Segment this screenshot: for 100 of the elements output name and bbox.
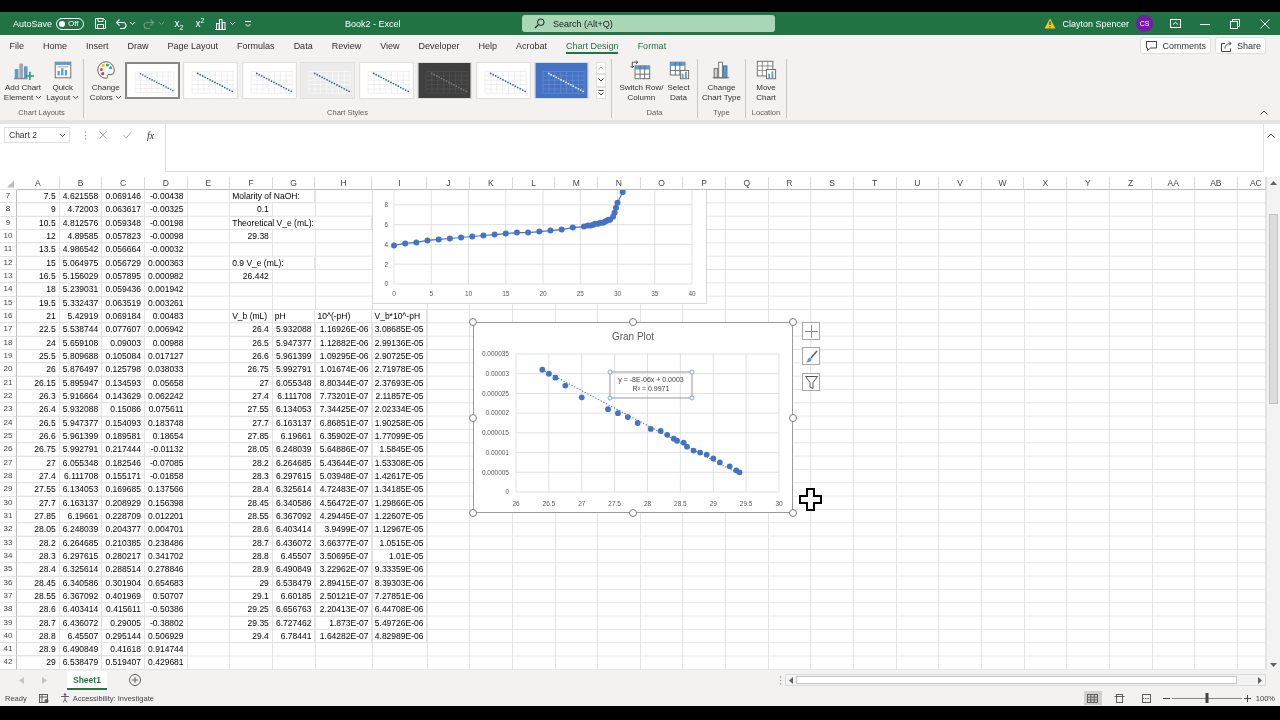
- ribbon-tab[interactable]: Page Layout: [158, 35, 228, 56]
- ribbon-tab[interactable]: Review: [322, 35, 371, 56]
- column-header[interactable]: H: [315, 177, 373, 190]
- resize-handle[interactable]: [629, 318, 637, 326]
- search-field[interactable]: Search (Alt+Q): [522, 15, 775, 32]
- column-header[interactable]: G: [272, 177, 316, 190]
- formula-field[interactable]: [165, 124, 1265, 172]
- ribbon-button[interactable]: Quick Layout: [45, 59, 81, 103]
- ribbon-tab[interactable]: File: [0, 35, 34, 56]
- row-header[interactable]: 11: [0, 243, 17, 257]
- column-header[interactable]: Y: [1067, 177, 1110, 190]
- row-header[interactable]: 42: [0, 656, 17, 670]
- ribbon-button[interactable]: Change Colors: [88, 59, 123, 103]
- ribbon-display-icon[interactable]: [1168, 18, 1182, 29]
- resize-handle[interactable]: [789, 413, 797, 422]
- save-icon[interactable]: [93, 17, 107, 30]
- column-header[interactable]: S: [811, 177, 854, 190]
- caret-icon[interactable]: [114, 94, 122, 100]
- check-icon[interactable]: [123, 131, 132, 139]
- row-header[interactable]: 38: [0, 603, 17, 617]
- scroll-right-icon[interactable]: [1258, 676, 1262, 684]
- ribbon-tab[interactable]: Developer: [409, 35, 470, 56]
- resize-handle[interactable]: [789, 509, 797, 517]
- column-header[interactable]: R: [768, 177, 812, 190]
- ribbon-button[interactable]: Switch Row/ Column: [618, 59, 665, 103]
- column-header[interactable]: W: [981, 177, 1025, 190]
- column-header[interactable]: K: [470, 177, 513, 190]
- collapse-ribbon-icon[interactable]: [1260, 110, 1268, 115]
- row-header[interactable]: 8: [0, 203, 17, 217]
- scrollbar-thumb[interactable]: [1269, 214, 1278, 404]
- ribbon-tab[interactable]: Insert: [76, 35, 119, 56]
- caret-icon[interactable]: [72, 94, 80, 100]
- column-header[interactable]: U: [896, 177, 940, 190]
- vertical-scrollbar[interactable]: [1266, 177, 1280, 670]
- chart-filters-button[interactable]: [802, 373, 820, 391]
- column-header[interactable]: C: [102, 177, 145, 190]
- column-header[interactable]: AA: [1152, 177, 1195, 190]
- label-handle[interactable]: [607, 369, 613, 375]
- column-header[interactable]: O: [640, 177, 684, 190]
- select-all-icon[interactable]: [6, 180, 15, 188]
- row-header[interactable]: 7: [0, 190, 17, 204]
- share-button[interactable]: Share: [1214, 37, 1266, 54]
- gallery-down-button[interactable]: [596, 74, 607, 87]
- customize-icon[interactable]: [244, 19, 253, 28]
- slider-thumb[interactable]: [1205, 693, 1209, 703]
- ribbon-button[interactable]: Move Chart: [754, 59, 778, 103]
- sheet-tab[interactable]: Sheet1: [67, 670, 107, 690]
- column-header[interactable]: F: [230, 177, 273, 190]
- cancel-icon[interactable]: [99, 131, 107, 139]
- caret-icon[interactable]: [35, 94, 43, 100]
- ribbon-button[interactable]: Change Chart Type: [701, 59, 742, 103]
- row-header[interactable]: 14: [0, 283, 17, 297]
- bar-chart-icon[interactable]: [214, 17, 228, 30]
- ribbon-tab[interactable]: Help: [469, 35, 507, 56]
- insert-function-button[interactable]: fx: [145, 129, 157, 141]
- add-sheet-icon[interactable]: [128, 674, 141, 686]
- scroll-up-icon[interactable]: [1270, 181, 1277, 185]
- ribbon-tab[interactable]: Draw: [118, 35, 159, 56]
- column-header[interactable]: M: [555, 177, 599, 190]
- undo-icon[interactable]: [113, 17, 127, 30]
- row-header[interactable]: 26: [0, 443, 17, 457]
- chart-style-thumbnail[interactable]: [124, 62, 180, 99]
- chart-styles-button[interactable]: [802, 347, 820, 365]
- horizontal-scrollbar[interactable]: [785, 674, 1266, 686]
- ribbon-button[interactable]: Select Data: [666, 59, 691, 103]
- user-name[interactable]: Clayton Spencer: [1062, 18, 1129, 29]
- caret-icon[interactable]: [59, 132, 66, 138]
- row-header[interactable]: 20: [0, 363, 17, 377]
- scroll-left-icon[interactable]: [789, 676, 793, 684]
- row-header[interactable]: 32: [0, 523, 17, 537]
- ribbon-button[interactable]: Add Chart Element: [2, 59, 44, 103]
- resize-handle[interactable]: [469, 413, 477, 422]
- comments-button[interactable]: Comments: [1140, 37, 1211, 54]
- column-header[interactable]: N: [598, 177, 641, 190]
- column-header[interactable]: T: [853, 177, 897, 190]
- macro-record-icon[interactable]: [38, 693, 49, 703]
- resize-handle[interactable]: [629, 509, 637, 517]
- column-header[interactable]: B: [59, 177, 103, 190]
- ribbon-tab[interactable]: Data: [284, 35, 323, 56]
- column-header[interactable]: L: [512, 177, 556, 190]
- column-header[interactable]: V: [939, 177, 982, 190]
- row-header[interactable]: 23: [0, 403, 17, 417]
- resize-handle[interactable]: [469, 509, 477, 517]
- warning-icon[interactable]: [1044, 18, 1057, 29]
- zoom-in-icon[interactable]: [1243, 694, 1251, 702]
- chart-elements-button[interactable]: [802, 322, 820, 340]
- column-header[interactable]: J: [427, 177, 471, 190]
- splitter-icon[interactable]: [779, 675, 782, 685]
- gallery-more-button[interactable]: [596, 86, 607, 99]
- label-handle[interactable]: [689, 369, 695, 375]
- ribbon-tab[interactable]: Formulas: [227, 35, 285, 56]
- column-header[interactable]: Q: [725, 177, 769, 190]
- subscript-button[interactable]: x$_{2}$: [172, 17, 186, 30]
- label-handle[interactable]: [607, 395, 613, 401]
- column-header[interactable]: Z: [1109, 177, 1153, 190]
- column-header[interactable]: A: [17, 177, 60, 190]
- ribbon-tab[interactable]: Home: [33, 35, 77, 56]
- ribbon-tab[interactable]: View: [370, 35, 409, 56]
- row-header[interactable]: 41: [0, 643, 17, 657]
- row-header[interactable]: 29: [0, 483, 17, 497]
